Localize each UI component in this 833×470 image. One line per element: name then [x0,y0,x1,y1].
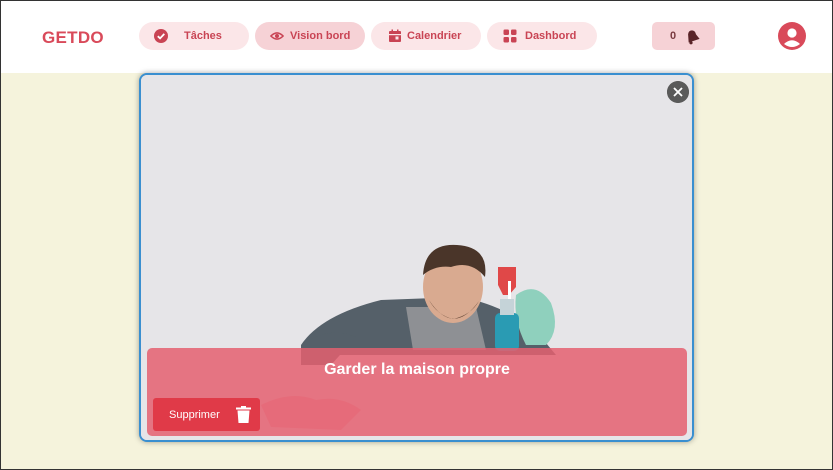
app-logo[interactable]: GETDO [42,28,104,48]
nav-vision-button[interactable]: Vision bord [255,22,365,50]
nav-dashboard-button[interactable]: Dashbord [487,22,597,50]
close-icon[interactable] [667,81,689,103]
vision-title: Garder la maison propre [324,361,510,378]
notification-count: 0 [670,30,677,42]
trash-icon [236,406,251,423]
nav-calendar-label: Calendrier [407,30,462,42]
check-circle-icon [154,29,168,43]
nav-calendar-button[interactable]: Calendrier [371,22,481,50]
calendar-icon [389,29,401,42]
top-header: GETDO Tâches Vision bord Calendrier Dash… [1,1,832,73]
nav-tasks-button[interactable]: Tâches [139,22,249,50]
vision-card-modal: Garder la maison propre Supprimer [139,73,694,442]
delete-label: Supprimer [169,409,220,421]
nav-dashboard-label: Dashbord [525,30,577,42]
delete-button[interactable]: Supprimer [153,398,260,431]
vision-caption-panel: Garder la maison propre Supprimer [147,348,687,436]
dashboard-icon [503,29,517,43]
nav-tasks-label: Tâches [184,30,222,42]
user-avatar-icon[interactable] [778,22,806,50]
bell-icon [688,30,700,45]
eye-icon [270,32,284,40]
nav-vision-label: Vision bord [290,30,351,42]
notifications-button[interactable]: 0 [652,22,715,50]
